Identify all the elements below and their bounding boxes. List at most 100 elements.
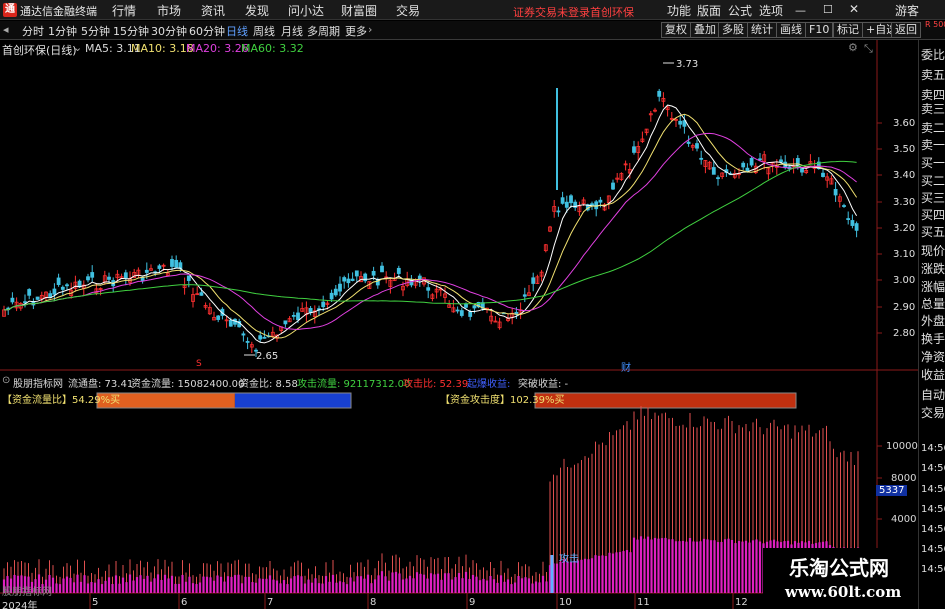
candle-body xyxy=(531,277,536,284)
sidebar-item-net-asset[interactable]: 净资 xyxy=(921,348,945,365)
candle-body xyxy=(846,218,851,220)
candle-body xyxy=(90,272,95,278)
date-tick: 9 xyxy=(469,597,476,608)
candle-body xyxy=(174,259,179,268)
date-tick: 2024年 xyxy=(2,601,38,609)
sidebar-item-turnover[interactable]: 换手 xyxy=(921,330,945,347)
candle-body xyxy=(779,159,783,163)
sidebar-item-price[interactable]: 现价 xyxy=(921,242,945,259)
candle-body xyxy=(598,199,603,203)
candle-body xyxy=(800,168,804,173)
sidebar-item-buy5[interactable]: 买五 xyxy=(921,223,945,240)
sidebar-item-sell5[interactable]: 卖五 xyxy=(921,66,945,83)
candle-body xyxy=(144,269,149,273)
time-tick: 14:56 xyxy=(921,443,945,454)
indicator-axis-tick: 4000 xyxy=(891,514,917,525)
candle-body xyxy=(329,292,334,300)
date-marker[interactable]: 财 xyxy=(621,359,631,374)
price-tick: 3.60 xyxy=(893,118,916,129)
candle-body xyxy=(758,158,762,161)
time-tick: 14:56 xyxy=(921,463,945,474)
candle-body xyxy=(854,223,859,231)
high-price-label: 3.73 xyxy=(676,59,699,70)
time-tick: 14:56 xyxy=(921,484,945,495)
candle-body xyxy=(60,286,65,290)
candle-body xyxy=(426,287,431,291)
sidebar-item-auto[interactable]: 自动 xyxy=(921,386,945,403)
candle-body xyxy=(741,162,746,168)
indicator-name: 股朋指标网 xyxy=(13,379,63,390)
candle-body xyxy=(699,157,704,160)
footer-watermark-left: 股朋指标网 xyxy=(2,587,52,598)
candle-body xyxy=(178,262,183,269)
candle-body xyxy=(241,333,246,336)
candle-body xyxy=(569,195,573,204)
candle-body xyxy=(657,90,662,97)
kline-chart[interactable] xyxy=(0,0,945,609)
watermark: 乐淘公式网 www.60lt.com xyxy=(763,548,918,609)
price-tick: 3.40 xyxy=(893,170,916,181)
candle-body xyxy=(262,336,267,339)
indicator-toggle-icon[interactable]: ⊙ xyxy=(2,375,10,386)
sidebar-item-outer[interactable]: 外盘 xyxy=(921,312,945,329)
candle-body xyxy=(35,296,40,300)
sidebar-item-change-pct[interactable]: 涨幅 xyxy=(921,278,945,295)
candle-body xyxy=(107,276,111,280)
indicator-fund-flow: 资金流量: 15082400.00 xyxy=(131,379,245,390)
candle-body xyxy=(556,210,561,213)
watermark-title: 乐淘公式网 xyxy=(789,556,889,580)
candle-body xyxy=(371,270,376,276)
candle-body xyxy=(632,146,636,153)
price-tick: 2.80 xyxy=(893,328,916,339)
time-tick: 14:56 xyxy=(921,504,945,515)
date-tick: 6 xyxy=(181,597,188,608)
candle-body xyxy=(321,301,326,308)
sidebar-item-weibi[interactable]: 委比 xyxy=(921,46,945,63)
sidebar-item-earnings[interactable]: 收益 xyxy=(921,366,945,383)
sidebar-item-sell3[interactable]: 卖三 xyxy=(921,100,945,117)
sidebar-item-buy4[interactable]: 买四 xyxy=(921,206,945,223)
candle-body xyxy=(468,311,473,317)
candle-body xyxy=(564,201,569,208)
sidebar-item-trade[interactable]: 交易 xyxy=(921,404,945,421)
candle-body xyxy=(409,279,414,286)
indicator-break-return: 突破收益: - xyxy=(518,379,569,390)
price-tick: 3.30 xyxy=(893,197,916,208)
price-tick: 3.10 xyxy=(893,249,916,260)
date-marker[interactable]: S xyxy=(196,359,202,369)
candle-body xyxy=(455,309,460,312)
candle-body xyxy=(10,297,15,303)
date-tick: 8 xyxy=(370,597,377,608)
candle-body xyxy=(459,310,464,316)
indicator-float: 流通盘: 73.41 xyxy=(68,379,134,390)
candle-body xyxy=(686,141,691,144)
sidebar-item-sell1[interactable]: 卖一 xyxy=(921,136,945,153)
sidebar-item-buy1[interactable]: 买一 xyxy=(921,154,945,171)
candle-body xyxy=(833,188,838,196)
sidebar-item-sell2[interactable]: 卖二 xyxy=(921,119,945,136)
date-tick: 12 xyxy=(735,597,748,608)
candle-body xyxy=(56,277,61,285)
candle-body xyxy=(199,292,204,296)
price-tick: 2.90 xyxy=(893,302,916,313)
sidebar-item-volume[interactable]: 总量 xyxy=(921,295,945,312)
candle-body xyxy=(65,284,69,287)
sidebar-item-buy3[interactable]: 买三 xyxy=(921,189,945,206)
candle-body xyxy=(716,177,720,180)
candle-body xyxy=(522,294,527,297)
attack-bar xyxy=(534,392,797,409)
date-tick: 11 xyxy=(637,597,650,608)
sidebar-item-change[interactable]: 涨跌 xyxy=(921,260,945,277)
candle-body xyxy=(611,182,615,190)
candle-body xyxy=(350,278,355,281)
flow-ratio-bar-sell xyxy=(234,393,351,408)
candle-body xyxy=(842,205,846,207)
candle-body xyxy=(354,270,359,277)
candle-body xyxy=(27,289,32,296)
candle-body xyxy=(123,272,128,279)
quote-sidebar: R 500 委比 卖五 卖四 卖三 卖二 卖一 买一 买二 买三 买四 买五 现… xyxy=(918,21,945,609)
candle-body xyxy=(86,276,90,281)
sidebar-item-buy2[interactable]: 买二 xyxy=(921,172,945,189)
indicator-axis-badge: 5337 xyxy=(876,485,908,496)
candle-body xyxy=(245,341,250,343)
